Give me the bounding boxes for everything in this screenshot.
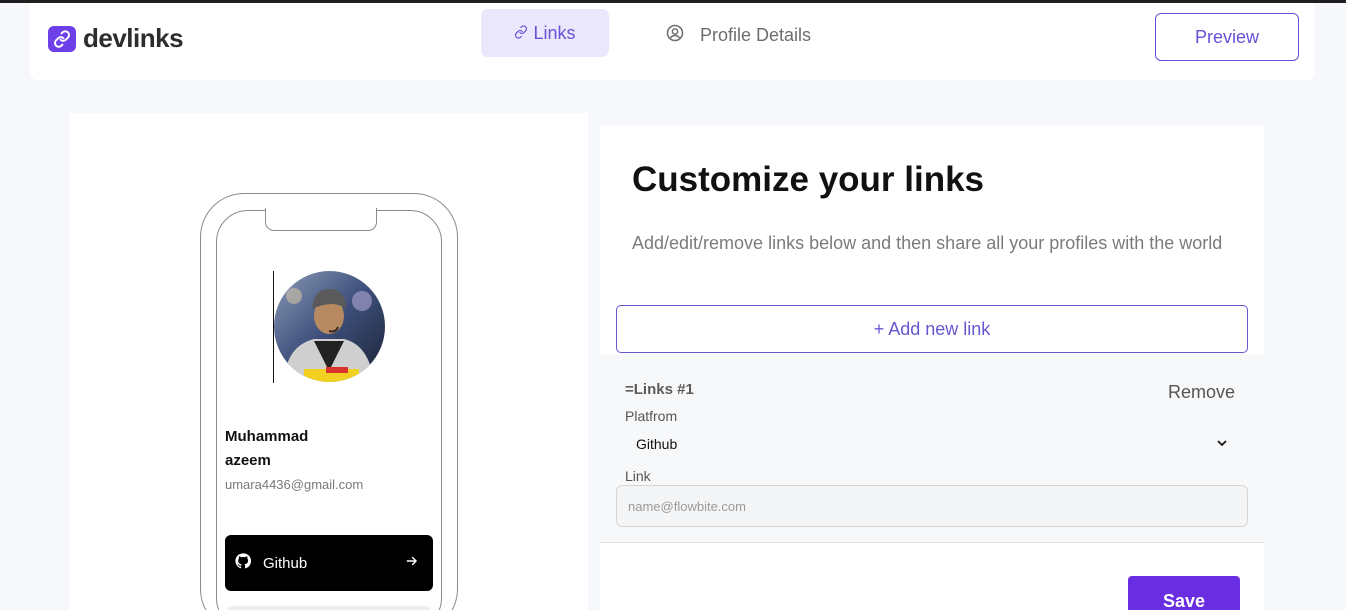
profile-last-name: azeem [225, 452, 271, 469]
preview-link-placeholder [227, 606, 431, 610]
page-subtitle: Add/edit/remove links below and then sha… [632, 233, 1223, 253]
github-icon [235, 553, 252, 573]
platform-select-value: Github [636, 436, 678, 452]
link-label: Link [625, 468, 651, 484]
tab-profile-details[interactable]: Profile Details [666, 23, 811, 47]
preview-button[interactable]: Preview [1155, 13, 1299, 61]
link-card-title[interactable]: =Links #1 [625, 381, 694, 398]
phone-preview-panel: Muhammad azeem umara4436@gmail.com Githu… [69, 113, 588, 610]
arrow-right-icon [405, 554, 419, 572]
platform-select[interactable]: Github [616, 428, 1248, 460]
tab-profile-label: Profile Details [700, 24, 812, 45]
tab-links[interactable]: Links [481, 9, 609, 57]
preview-link-label: Github [263, 554, 308, 572]
app-logo[interactable]: devlinks [48, 23, 184, 54]
links-editor-panel: Customize your links Add/edit/remove lin… [600, 125, 1264, 610]
add-new-link-button[interactable]: + Add new link [616, 305, 1248, 353]
platform-label: Platfrom [625, 408, 678, 424]
avatar [274, 271, 385, 382]
app-name: devlinks [83, 23, 184, 53]
link-icon [514, 23, 528, 44]
header-bar: devlinks Links Profile Details Preview [30, 3, 1315, 80]
phone-notch [265, 208, 377, 231]
link-logo-icon [48, 25, 76, 52]
profile-name: Muhammad azeem [225, 425, 345, 473]
remove-link-button[interactable]: Remove [1168, 382, 1235, 403]
preview-link-github[interactable]: Github [225, 535, 433, 591]
page-title: Customize your links [632, 160, 985, 199]
link-url-input[interactable] [616, 485, 1248, 527]
profile-first-name: Muhammad [225, 428, 309, 445]
tab-links-label: Links [533, 22, 576, 43]
profile-email: umara4436@gmail.com [225, 477, 364, 492]
user-circle-icon [666, 24, 684, 47]
link-card: =Links #1 Remove Platfrom Github Link [600, 354, 1264, 543]
save-button[interactable]: Save [1128, 576, 1240, 610]
chevron-down-icon [1216, 436, 1228, 452]
